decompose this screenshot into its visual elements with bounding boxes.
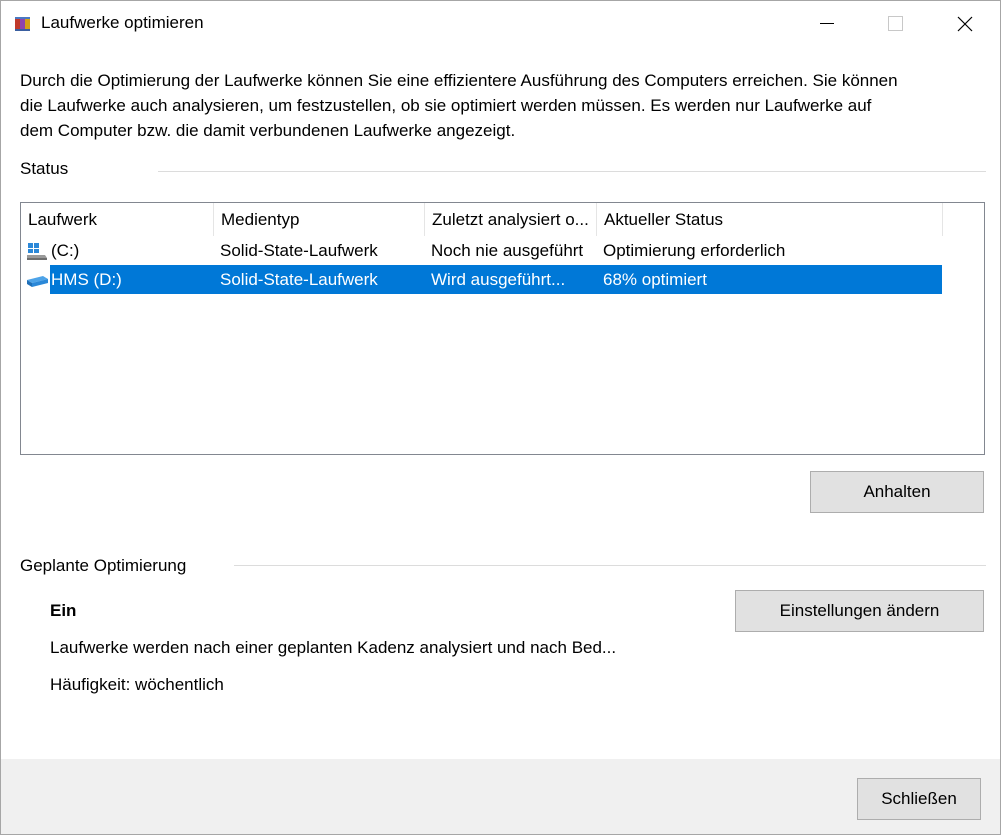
drive-row-d[interactable]: HMS (D:) Solid-State-Laufwerk Wird ausge… — [21, 265, 942, 294]
scheduled-separator — [234, 565, 986, 566]
drive-list[interactable]: Laufwerk Medientyp Zuletzt analysiert o.… — [20, 202, 985, 455]
defrag-app-icon — [15, 17, 30, 31]
current-status: 68% optimiert — [603, 270, 707, 289]
maximize-icon — [887, 16, 903, 31]
status-section-label: Status — [20, 159, 69, 178]
status-separator — [158, 171, 986, 172]
drive-name: HMS (D:) — [51, 270, 122, 289]
scheduled-section-label: Geplante Optimierung — [20, 556, 187, 575]
minimize-icon — [820, 23, 834, 24]
footer-bar: Schließen — [1, 759, 1000, 834]
drive-list-header: Laufwerk Medientyp Zuletzt analysiert o.… — [21, 203, 943, 236]
minimize-button[interactable] — [793, 1, 861, 46]
last-analyzed: Wird ausgeführt... — [431, 270, 566, 289]
column-header-drive[interactable]: Laufwerk — [21, 203, 213, 236]
current-status: Optimierung erforderlich — [603, 241, 786, 260]
title-bar[interactable]: Laufwerke optimieren — [1, 1, 1000, 46]
schedule-frequency: Häufigkeit: wöchentlich — [50, 675, 224, 694]
drive-row-c[interactable]: (C:) Solid-State-Laufwerk Noch nie ausge… — [21, 236, 942, 265]
maximize-button[interactable] — [861, 1, 929, 46]
close-button[interactable]: Schließen — [857, 778, 981, 820]
change-settings-button[interactable]: Einstellungen ändern — [735, 590, 984, 632]
stop-button[interactable]: Anhalten — [810, 471, 984, 513]
last-analyzed: Noch nie ausgeführt — [431, 241, 584, 260]
close-icon — [957, 16, 973, 31]
schedule-description: Laufwerke werden nach einer geplanten Ka… — [50, 638, 617, 657]
column-header-last-analyzed[interactable]: Zuletzt analysiert o... — [425, 203, 596, 236]
drive-name: (C:) — [51, 241, 80, 260]
media-type: Solid-State-Laufwerk — [220, 270, 378, 289]
media-type: Solid-State-Laufwerk — [220, 241, 378, 260]
column-divider — [942, 203, 943, 236]
intro-text: Durch die Optimierung der Laufwerke könn… — [20, 71, 898, 140]
drive-icon — [27, 276, 48, 287]
schedule-state: Ein — [50, 601, 77, 620]
window-title: Laufwerke optimieren — [41, 13, 204, 32]
column-header-media-type[interactable]: Medientyp — [214, 203, 424, 236]
windows-drive-icon — [27, 243, 47, 260]
optimize-drives-window: Laufwerke optimieren Durch die Optimieru… — [0, 0, 1001, 835]
column-header-current-status[interactable]: Aktueller Status — [597, 203, 942, 236]
close-window-button[interactable] — [931, 1, 999, 46]
